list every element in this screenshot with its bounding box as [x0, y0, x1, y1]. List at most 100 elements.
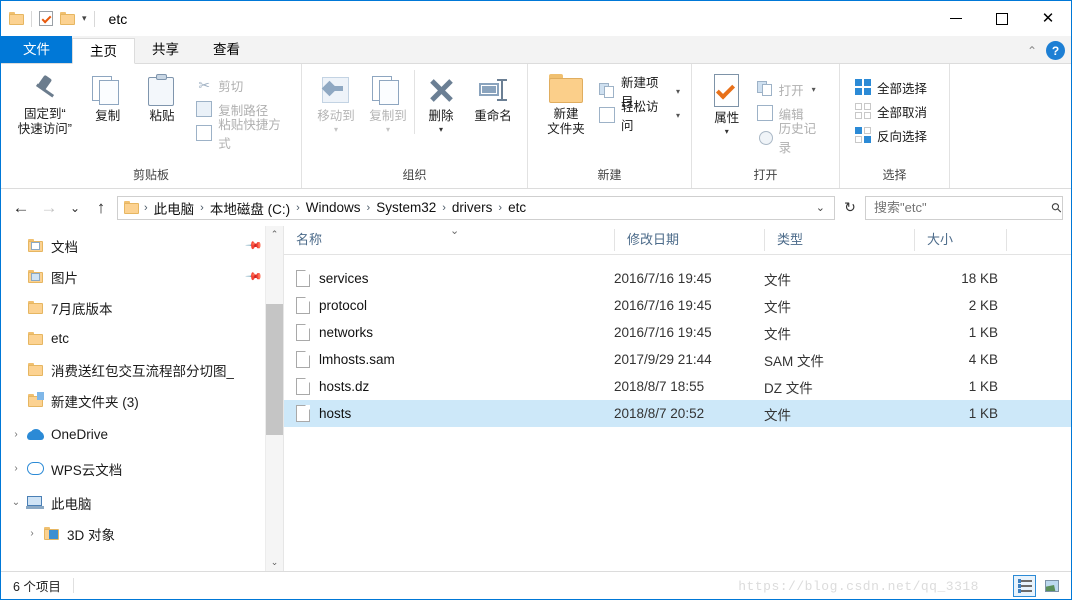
delete-label: 删除 [428, 109, 453, 124]
table-row[interactable]: protocol 2016/7/16 19:45 文件 2 KB [284, 292, 1071, 319]
search-box[interactable]: ⚲ [865, 196, 1063, 220]
open-button[interactable]: 打开 ▾ [754, 78, 831, 100]
chevron-down-icon[interactable]: ▾ [439, 125, 443, 134]
breadcrumb-item-etc[interactable]: etc [504, 200, 530, 215]
file-type: 文件 [764, 296, 914, 316]
tab-home[interactable]: 主页 [72, 38, 135, 64]
chevron-right-icon[interactable]: › [7, 429, 25, 440]
easy-access-icon [599, 107, 615, 123]
minimize-button[interactable] [933, 1, 979, 36]
maximize-button[interactable] [979, 1, 1025, 36]
clipboard-small-commands: ✂ 剪切 复制路径 粘贴快捷方式 [193, 70, 293, 144]
open-label: 打开 [779, 80, 804, 99]
folder-icon[interactable] [60, 12, 75, 25]
properties-button[interactable]: 属性 ▾ [700, 70, 754, 136]
close-button[interactable]: ✕ [1025, 1, 1071, 36]
move-to-label: 移动到 [317, 109, 355, 124]
pin-icon[interactable]: 📌 [245, 236, 264, 255]
nav-item-this-pc[interactable]: ⌄ 此电脑 [1, 487, 283, 518]
tab-file[interactable]: 文件 [1, 36, 72, 63]
properties-check-icon[interactable] [39, 11, 53, 26]
nav-item-etc[interactable]: etc [1, 323, 283, 354]
chevron-down-icon[interactable]: ▾ [386, 125, 390, 134]
scrollbar-thumb[interactable] [266, 304, 283, 435]
up-button[interactable]: ↑ [89, 196, 113, 220]
table-row[interactable]: networks 2016/7/16 19:45 文件 1 KB [284, 319, 1071, 346]
nav-item-redpacket-flow[interactable]: 消费送红包交互流程部分切图_ [1, 354, 283, 385]
breadcrumb[interactable]: › 此电脑 › 本地磁盘 (C:) › Windows › System32 ›… [117, 196, 835, 220]
table-row-selected[interactable]: hosts 2018/8/7 20:52 文件 1 KB [284, 400, 1071, 427]
nav-item-wps-cloud[interactable]: › WPS云文档 [1, 453, 283, 484]
search-input[interactable] [872, 199, 1052, 216]
column-header-type[interactable]: 类型 [764, 229, 914, 251]
paste-button[interactable]: 粘贴 [135, 70, 189, 124]
paste-shortcut-button[interactable]: 粘贴快捷方式 [193, 122, 293, 144]
column-header-size[interactable]: 大小 [914, 229, 1006, 251]
column-header-empty[interactable] [1006, 229, 1071, 251]
invert-selection-icon [855, 127, 871, 143]
breadcrumb-item-c-drive[interactable]: 本地磁盘 (C:) [206, 198, 294, 218]
back-button[interactable]: ← [9, 196, 33, 220]
help-button[interactable]: ? [1046, 41, 1065, 60]
nav-item-pictures[interactable]: 图片 📌 [1, 261, 283, 292]
copy-button[interactable]: 复制 [81, 70, 135, 124]
breadcrumb-item-system32[interactable]: System32 [372, 200, 440, 215]
scroll-down-arrow-icon[interactable]: ⌄ [266, 554, 283, 571]
group-label-organize: 组织 [302, 166, 527, 188]
chevron-down-icon[interactable]: ▾ [82, 14, 87, 23]
nav-item-onedrive[interactable]: › OneDrive [1, 419, 283, 450]
navigation-scrollbar[interactable]: ⌃ ⌄ [265, 226, 283, 571]
cut-button[interactable]: ✂ 剪切 [193, 74, 293, 96]
forward-button[interactable]: → [37, 196, 61, 220]
tab-view[interactable]: 查看 [196, 37, 257, 63]
new-folder-button[interactable]: 新建 文件夹 [536, 70, 596, 137]
history-button[interactable]: 历史记录 [754, 126, 831, 148]
rename-button[interactable]: 重命名 [467, 70, 519, 124]
breadcrumb-item-windows[interactable]: Windows [302, 200, 365, 215]
table-row[interactable]: lmhosts.sam 2017/9/29 21:44 SAM 文件 4 KB [284, 346, 1071, 373]
breadcrumb-separator: › [497, 202, 503, 214]
details-view-button[interactable] [1013, 575, 1036, 597]
invert-selection-button[interactable]: 反向选择 [852, 124, 930, 146]
recent-locations-button[interactable]: ⌄ [65, 196, 85, 220]
thumbnail-view-icon [1045, 580, 1059, 592]
select-all-button[interactable]: 全部选择 [852, 76, 930, 98]
file-date: 2016/7/16 19:45 [614, 325, 764, 340]
move-to-button[interactable]: 移动到 ▾ [310, 70, 362, 134]
file-date: 2018/8/7 20:52 [614, 406, 764, 421]
chevron-down-icon[interactable]: ▾ [725, 127, 729, 136]
nav-item-documents[interactable]: 文档 📌 [1, 230, 283, 261]
chevron-right-icon[interactable]: › [23, 528, 41, 539]
breadcrumb-item-this-pc[interactable]: 此电脑 [150, 198, 199, 218]
breadcrumb-item-drivers[interactable]: drivers [448, 200, 497, 215]
file-name: protocol [319, 298, 367, 313]
delete-button[interactable]: 删除 ▾ [414, 70, 467, 134]
copy-to-button[interactable]: 复制到 ▾ [362, 70, 414, 134]
thumbnail-view-button[interactable] [1040, 575, 1063, 597]
column-header-name[interactable]: 名称 [284, 229, 614, 251]
table-row[interactable]: hosts.dz 2018/8/7 18:55 DZ 文件 1 KB [284, 373, 1071, 400]
folder-icon[interactable] [9, 12, 24, 25]
breadcrumb-dropdown-icon[interactable]: ⌄ [811, 201, 830, 214]
collapse-ribbon-icon[interactable]: ⌃ [1027, 44, 1037, 58]
nav-item-3d-objects[interactable]: › 3D 对象 [1, 518, 283, 549]
chevron-down-icon[interactable]: ▾ [812, 85, 816, 94]
chevron-down-icon[interactable]: ▾ [676, 111, 680, 120]
scroll-up-arrow-icon[interactable]: ⌃ [266, 226, 283, 243]
chevron-down-icon[interactable]: ⌄ [7, 497, 25, 508]
easy-access-button[interactable]: 轻松访问 ▾ [596, 104, 683, 126]
tab-share[interactable]: 共享 [135, 37, 196, 63]
refresh-button[interactable]: ↻ [839, 196, 861, 220]
nav-item-july-version[interactable]: 7月底版本 [1, 292, 283, 323]
chevron-down-icon[interactable]: ▾ [334, 125, 338, 134]
qat-divider [31, 11, 32, 27]
select-none-button[interactable]: 全部取消 [852, 100, 930, 122]
chevron-right-icon[interactable]: › [7, 463, 25, 474]
pin-to-quick-access-button[interactable]: 固定到“ 快速访问” [9, 70, 81, 137]
status-bar: 6 个项目 https://blog.csdn.net/qq_3318 [1, 571, 1071, 599]
nav-item-new-folder-3[interactable]: 新建文件夹 (3) [1, 385, 283, 416]
chevron-down-icon[interactable]: ▾ [676, 87, 680, 96]
column-header-date[interactable]: 修改日期 [614, 229, 764, 251]
table-row[interactable]: services 2016/7/16 19:45 文件 18 KB [284, 265, 1071, 292]
pin-icon[interactable]: 📌 [245, 267, 264, 286]
